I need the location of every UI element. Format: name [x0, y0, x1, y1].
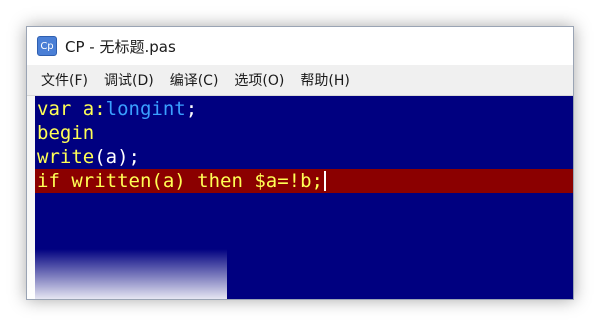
code-token: write — [37, 146, 95, 168]
code-editor[interactable]: var a:longint; begin write(a); if writte… — [35, 96, 573, 299]
menu-file[interactable]: 文件(F) — [35, 67, 94, 93]
code-line-2[interactable]: begin — [35, 121, 573, 145]
code-token: (a); — [94, 146, 140, 168]
cp-app-icon[interactable]: Cp — [37, 36, 57, 56]
title-bar[interactable]: Cp CP - 无标题.pas — [27, 27, 573, 65]
code-token: begin — [37, 122, 95, 144]
code-token-type: longint — [105, 98, 186, 120]
menu-compile[interactable]: 编译(C) — [164, 67, 225, 93]
window-title: CP - 无标题.pas — [65, 37, 176, 56]
code-line-3[interactable]: write(a); — [35, 145, 573, 169]
code-line-1[interactable]: var a:longint; — [35, 97, 573, 121]
app-window: Cp CP - 无标题.pas 文件(F) 调试(D) 编译(C) 选项(O) … — [26, 26, 574, 300]
code-token: if written(a) then $a=!b; — [37, 170, 323, 192]
menu-debug[interactable]: 调试(D) — [98, 67, 160, 93]
code-token: var a: — [37, 98, 106, 120]
menu-bar: 文件(F) 调试(D) 编译(C) 选项(O) 帮助(H) — [27, 65, 573, 96]
menu-help[interactable]: 帮助(H) — [294, 67, 355, 93]
code-token: ; — [185, 98, 198, 120]
menu-options[interactable]: 选项(O) — [228, 67, 290, 93]
code-line-4-error-highlight[interactable]: if written(a) then $a=!b; — [35, 169, 573, 193]
text-cursor — [323, 171, 326, 191]
